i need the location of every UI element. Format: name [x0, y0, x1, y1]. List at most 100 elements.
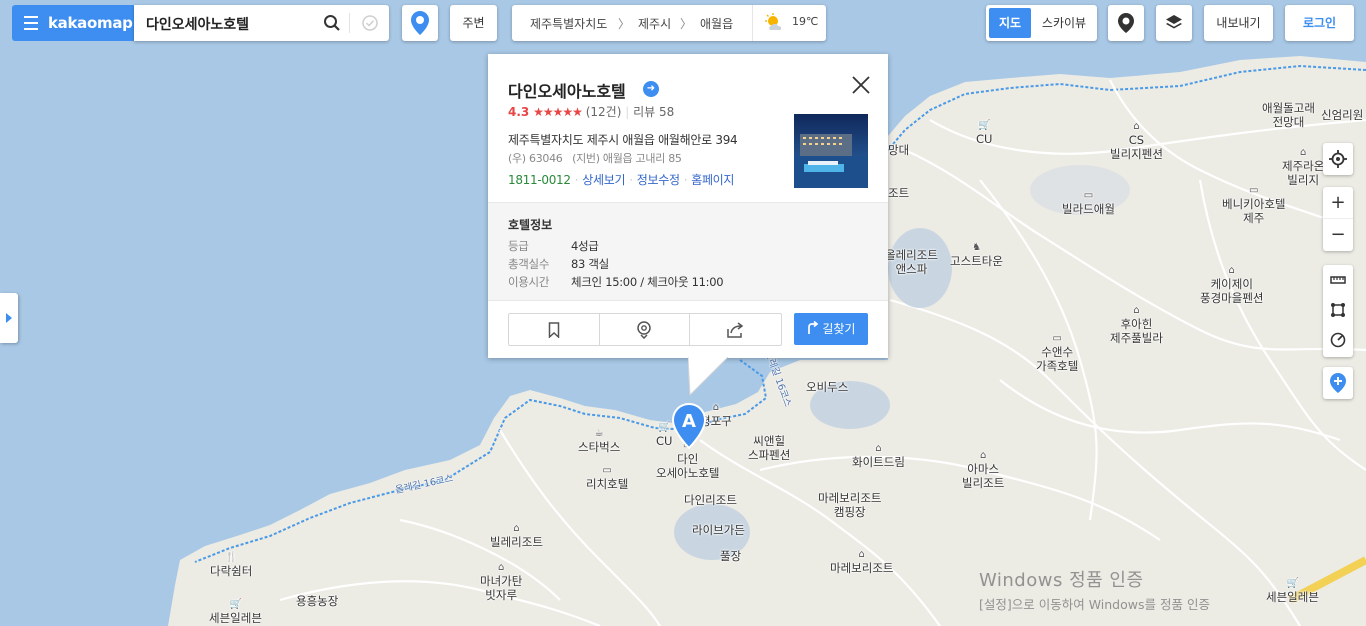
- route-button[interactable]: 길찾기: [794, 313, 868, 345]
- save-button[interactable]: [509, 314, 600, 345]
- phone-number[interactable]: 1811-0012: [508, 173, 571, 187]
- restaurant-icon: 🍴: [225, 552, 238, 563]
- rating-count[interactable]: (12건): [586, 105, 622, 119]
- info-row: 총객실수 83 객실: [508, 257, 609, 271]
- search-icon[interactable]: [323, 14, 341, 32]
- map-label[interactable]: ⌂ 케이제이 풍경마을펜션: [1200, 265, 1263, 305]
- map-label[interactable]: ▭ 베니키아호텔 제주: [1222, 185, 1285, 225]
- place-photo[interactable]: [794, 114, 868, 188]
- address-sub: (우) 63046 (지번) 애월읍 고내리 85: [508, 152, 682, 165]
- map-label[interactable]: 🛒 세븐일레븐: [1266, 578, 1319, 604]
- minus-icon: −: [1330, 224, 1346, 245]
- map-label[interactable]: ♞ 고스트타운: [950, 242, 1003, 268]
- lodging-icon: ⌂: [1133, 305, 1140, 316]
- add-place-button[interactable]: [1323, 367, 1353, 399]
- place-title[interactable]: 다인오세아노호텔: [508, 78, 626, 102]
- export-button[interactable]: 내보내기: [1204, 5, 1273, 41]
- map-label[interactable]: 망대: [888, 143, 909, 157]
- check-circle-icon[interactable]: [362, 15, 378, 31]
- separator-dot: ·: [683, 173, 688, 187]
- zoom-out-button[interactable]: −: [1323, 219, 1353, 251]
- marker-letter: A: [682, 411, 696, 432]
- map-label[interactable]: ⌂ 후아힌 제주풀빌라: [1110, 305, 1163, 345]
- place-marker[interactable]: A: [671, 402, 707, 450]
- share-button[interactable]: [690, 314, 780, 345]
- brand-name: kakaomap: [48, 14, 133, 32]
- map-label[interactable]: 애월돌고래 전망대: [1262, 101, 1315, 129]
- cafe-icon: ☕: [594, 428, 604, 439]
- partly-sunny-icon: [765, 13, 782, 30]
- hotel-icon: ▭: [1083, 190, 1094, 201]
- breadcrumb-town[interactable]: 애월읍: [700, 15, 733, 32]
- map-label[interactable]: 조트: [888, 186, 909, 200]
- route-label: 길찾기: [822, 322, 856, 336]
- area-measure-button[interactable]: [1323, 295, 1353, 325]
- map-label[interactable]: ⌂ 마녀가탄 빗자루: [480, 562, 522, 602]
- roadview-button[interactable]: [1108, 5, 1144, 41]
- map-label[interactable]: 신엄리원: [1321, 108, 1363, 122]
- map-label[interactable]: 용흥농장: [296, 594, 338, 608]
- windows-activation-watermark: Windows 정품 인증 [설정]으로 이동하여 Windows를 정품 인증: [979, 566, 1210, 613]
- radius-button[interactable]: [1323, 325, 1353, 355]
- card-pointer: [688, 357, 729, 396]
- zoom-in-button[interactable]: +: [1323, 187, 1353, 219]
- store-icon: 🛒: [978, 120, 991, 131]
- lodging-icon: ⌂: [1133, 121, 1140, 132]
- chevron-right-icon: 〉: [680, 17, 693, 31]
- map-type-map[interactable]: 지도: [989, 8, 1031, 38]
- add-place-control: [1323, 367, 1353, 399]
- map-label[interactable]: 풀장: [720, 549, 741, 563]
- lodging-icon: ⌂: [513, 523, 520, 534]
- map-label[interactable]: 올레리조트 앤스파: [885, 248, 938, 276]
- map-label[interactable]: 오비두스: [806, 380, 848, 394]
- map-label[interactable]: ⌂ 아마스 빌리조트: [962, 450, 1004, 490]
- breadcrumb-city[interactable]: 제주시: [638, 15, 671, 32]
- compass-icon: [1330, 332, 1346, 348]
- map-label[interactable]: ▭ 수앤수 가족호텔: [1036, 333, 1078, 373]
- roadview-button[interactable]: [599, 314, 690, 345]
- review-count[interactable]: 리뷰 58: [633, 105, 674, 119]
- rating-row: 4.3 ★★★★★ (12건) | 리뷰 58: [508, 103, 674, 120]
- divider: [349, 13, 350, 33]
- menu-icon[interactable]: [24, 16, 38, 30]
- map-label[interactable]: ▭ 리치호텔: [586, 465, 628, 491]
- nearby-button[interactable]: 주변: [450, 5, 497, 41]
- detail-link[interactable]: 상세보기: [582, 173, 625, 187]
- arrow-right-icon[interactable]: ➜: [643, 81, 659, 97]
- homepage-link[interactable]: 홈페이지: [691, 173, 734, 187]
- weather-temperature: 19℃: [792, 15, 819, 28]
- map-label[interactable]: ☕ 스타벅스: [578, 428, 620, 454]
- map-label[interactable]: 씨앤힐 스파펜션: [748, 434, 790, 462]
- edit-info-link[interactable]: 정보수정: [637, 173, 680, 187]
- logo[interactable]: kakaomap: [12, 5, 134, 41]
- map-label[interactable]: ▭ 빌라드애월: [1062, 190, 1115, 216]
- map-label[interactable]: ⌂ CS 빌리지펜션: [1110, 121, 1163, 161]
- ruler-button[interactable]: [1323, 265, 1353, 295]
- departure-pin-button[interactable]: [402, 5, 438, 41]
- map-label[interactable]: ⌂ 제주라온 빌리지: [1282, 147, 1324, 187]
- search-box: [134, 5, 389, 41]
- hotel-icon: ▭: [1052, 333, 1062, 344]
- map-label[interactable]: 🍴 다락쉼터: [210, 552, 252, 578]
- area-measure-icon: [1331, 303, 1345, 317]
- map-label[interactable]: ⌂ 빌레리조트: [490, 523, 543, 549]
- sidebar-toggle[interactable]: [0, 293, 18, 343]
- map-label[interactable]: ⌂ 마레보리조트: [830, 549, 893, 575]
- map-label[interactable]: 🛒 세븐일레븐: [209, 599, 262, 625]
- layers-button[interactable]: [1156, 5, 1192, 41]
- hotel-icon: ▭: [1249, 185, 1259, 196]
- map-type-skyview[interactable]: 스카이뷰: [1034, 8, 1094, 38]
- login-button[interactable]: 로그인: [1285, 5, 1354, 41]
- search-input[interactable]: [144, 12, 318, 36]
- current-location-button[interactable]: [1323, 143, 1353, 175]
- map-label[interactable]: ⌂ 화이트드림: [852, 443, 905, 469]
- close-icon[interactable]: [850, 74, 872, 96]
- lodging-icon: ⌂: [1228, 265, 1235, 276]
- map-label[interactable]: 라이브가든: [692, 523, 745, 537]
- map-label[interactable]: 마레보리조트 캠핑장: [818, 491, 881, 519]
- breadcrumb-province[interactable]: 제주특별자치도: [530, 15, 607, 32]
- separator-dot: ·: [574, 173, 579, 187]
- add-pin-icon: [1330, 373, 1346, 393]
- map-label[interactable]: 🛒 CU: [976, 120, 992, 146]
- map-label[interactable]: 다인리조트: [684, 493, 737, 507]
